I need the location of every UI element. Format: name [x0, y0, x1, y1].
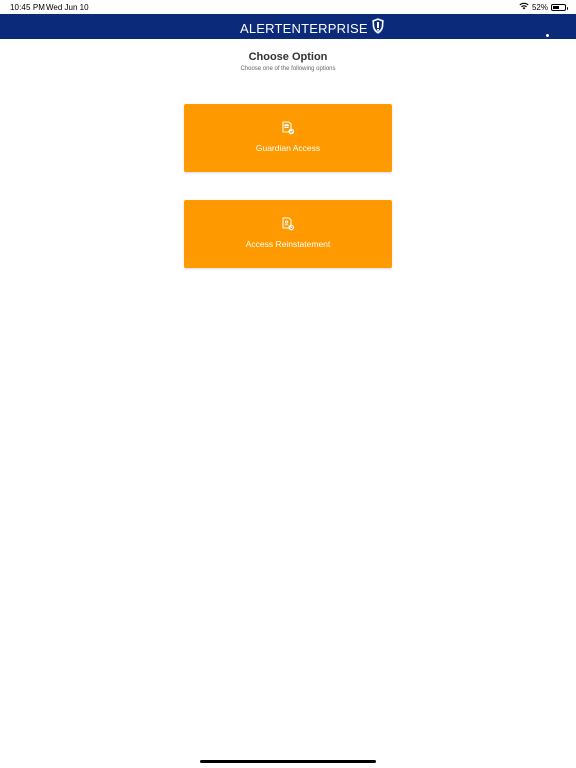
page-subtitle: Choose one of the following options — [240, 66, 336, 72]
battery-icon — [551, 3, 568, 11]
guardian-access-button[interactable]: Guardian Access — [184, 104, 392, 172]
access-reinstatement-icon — [281, 217, 295, 231]
home-indicator[interactable] — [200, 760, 376, 763]
page-title: Choose Option — [248, 51, 328, 63]
guardian-access-icon — [281, 121, 295, 135]
status-time: 10:45 PM — [10, 3, 46, 12]
app-header: AlertEnterprise — [0, 14, 576, 39]
status-indicators: 52% — [519, 2, 568, 12]
shield-icon — [371, 18, 384, 39]
status-bar: 10:45 PM Wed Jun 10 52% — [0, 0, 576, 14]
access-reinstatement-button[interactable]: Access Reinstatement — [184, 200, 392, 268]
battery-percent: 52% — [531, 2, 548, 12]
access-reinstatement-label: Access Reinstatement — [245, 239, 331, 249]
brand-logo: AlertEnterprise — [240, 18, 384, 39]
logo-wordmark: AlertEnterprise — [240, 21, 368, 36]
status-date: Wed Jun 10 — [46, 3, 89, 12]
wifi-icon — [519, 2, 529, 12]
battery-level-fill — [553, 5, 559, 9]
header-menu-dot[interactable] — [546, 34, 549, 37]
guardian-access-label: Guardian Access — [255, 143, 321, 153]
